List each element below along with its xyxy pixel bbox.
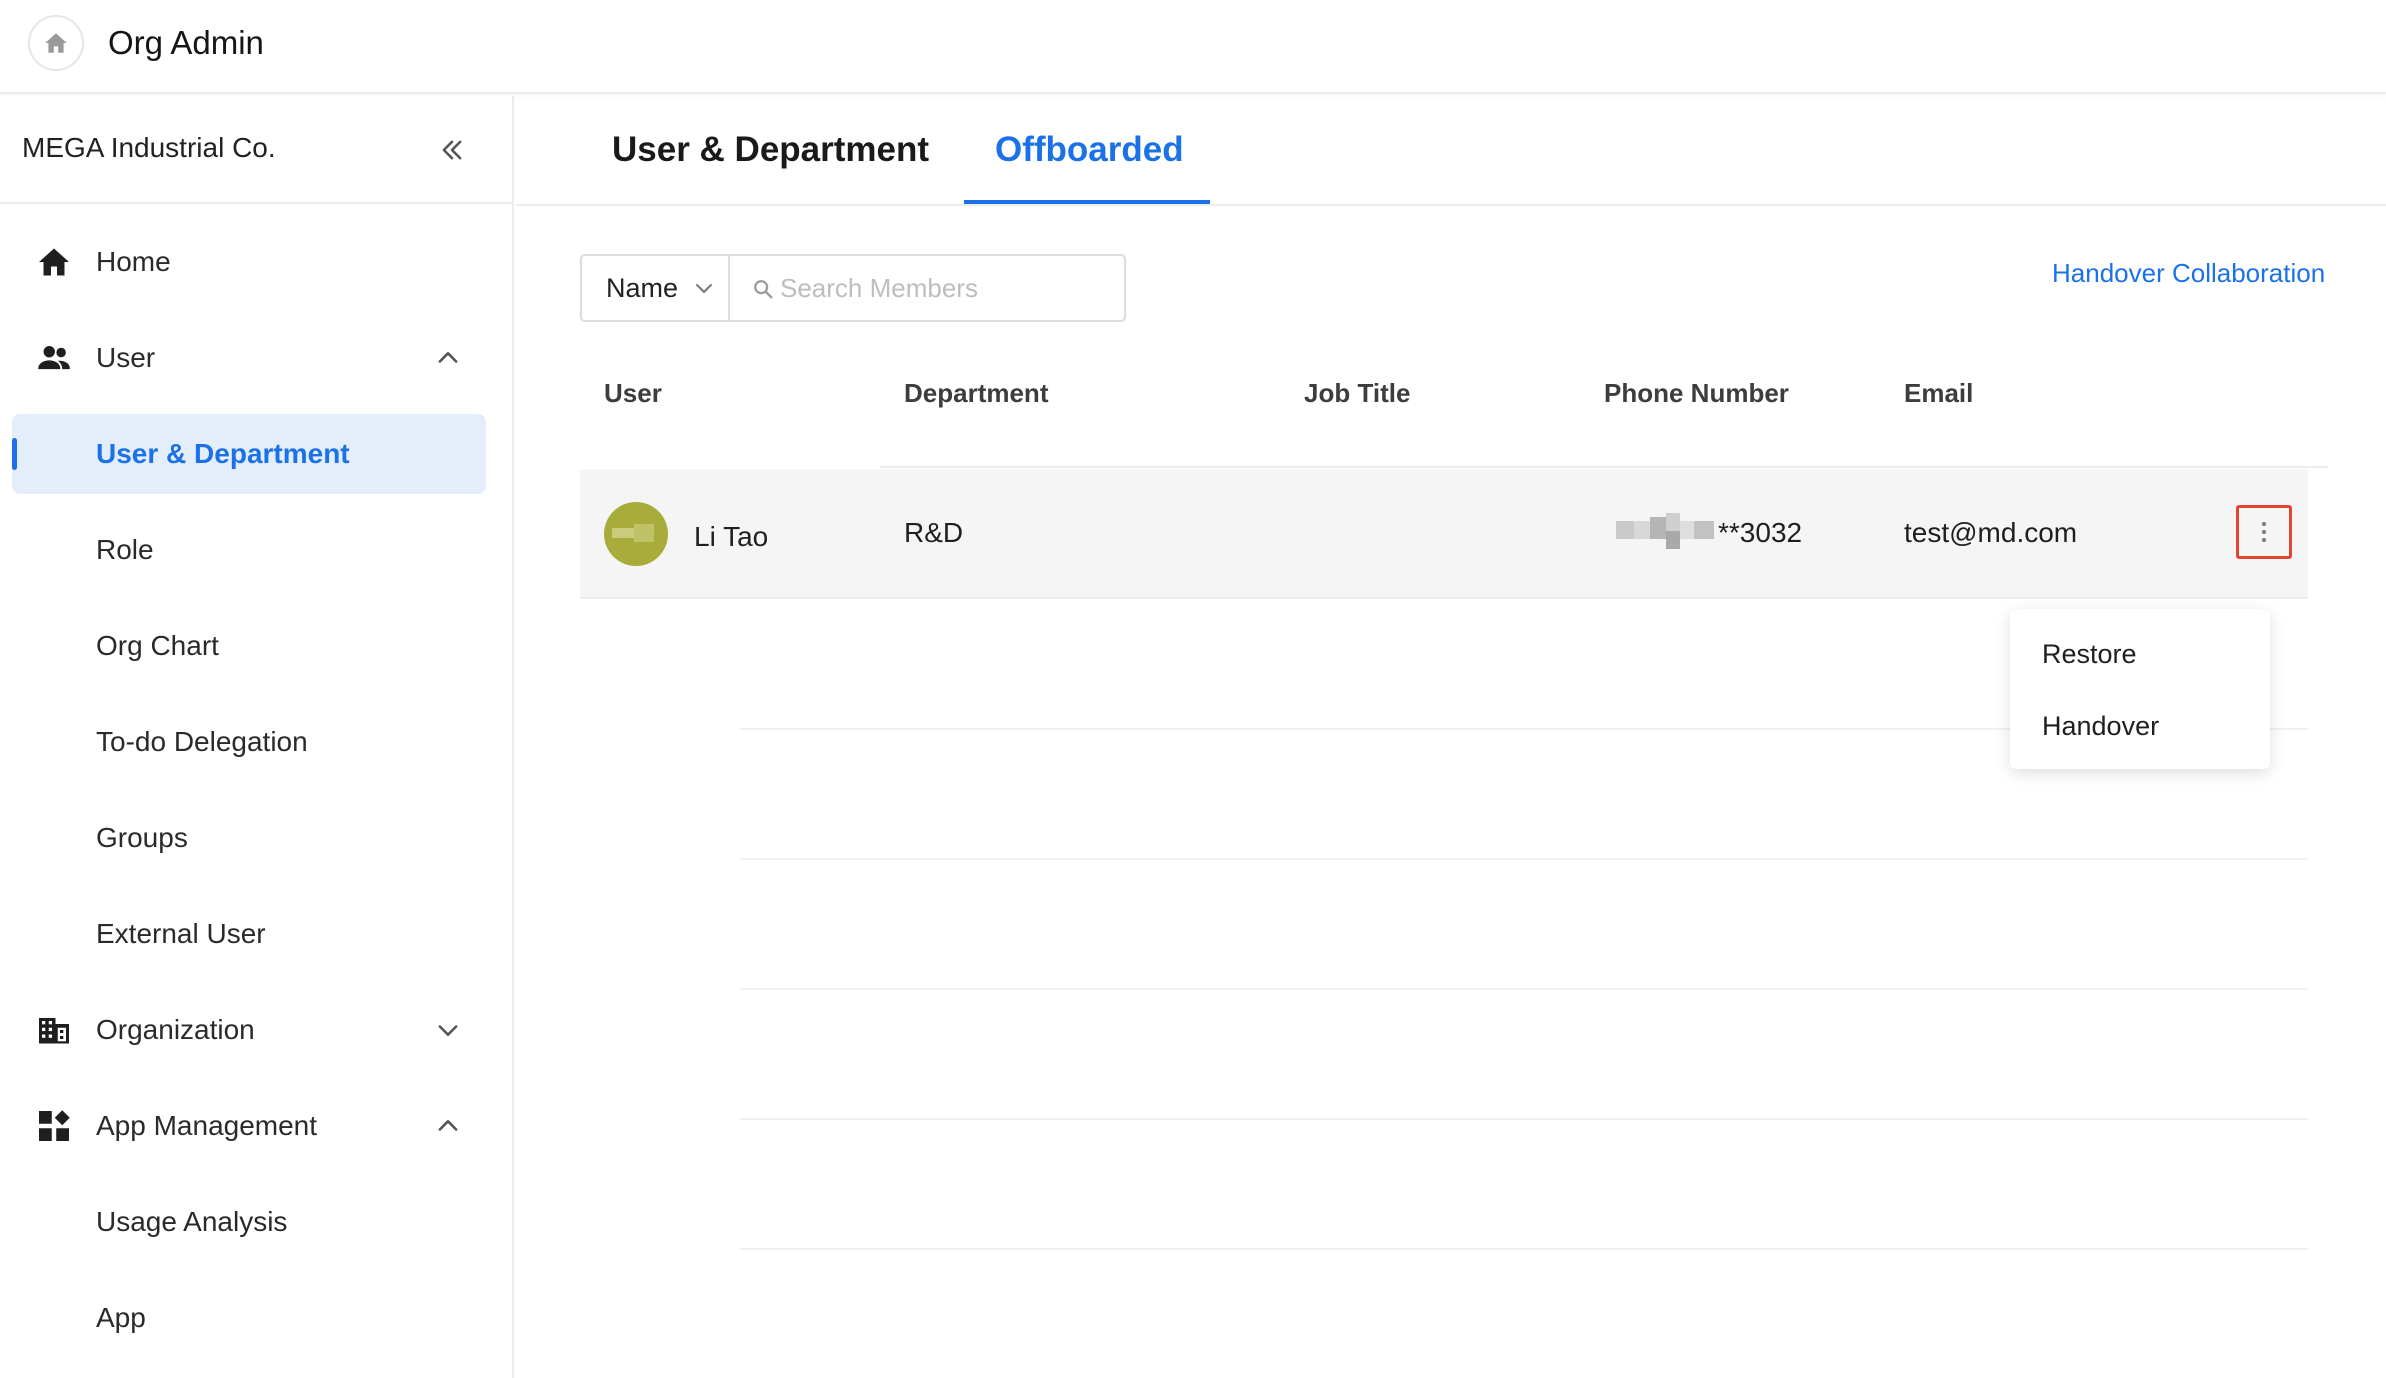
row-divider — [740, 1118, 2308, 1120]
sidebar-item-label: Groups — [96, 822, 188, 853]
row-actions-menu: Restore Handover — [2010, 609, 2270, 769]
org-name: MEGA Industrial Co. — [22, 132, 276, 163]
phone-cell: **3032 — [1718, 517, 1803, 548]
tab-user-department[interactable]: User & Department — [612, 96, 929, 204]
avatar — [604, 502, 668, 566]
sidebar-item-home[interactable]: Home — [12, 222, 486, 302]
handover-collaboration-link[interactable]: Handover Collaboration — [2052, 258, 2325, 289]
column-header-department: Department — [904, 378, 1049, 408]
search-input[interactable] — [780, 262, 1110, 314]
sidebar-item-label: Org Chart — [96, 630, 219, 661]
column-header-phone-number: Phone Number — [1604, 378, 1789, 408]
home-icon — [45, 33, 67, 53]
double-chevron-left-icon — [442, 140, 462, 160]
menu-item-label: Restore — [2042, 638, 2137, 669]
org-header: MEGA Industrial Co. — [0, 96, 512, 204]
row-divider — [740, 1248, 2308, 1250]
sidebar-item-app[interactable]: App — [12, 1278, 486, 1358]
sidebar-item-external-user[interactable]: External User — [12, 894, 486, 974]
row-more-actions-button[interactable] — [2236, 505, 2292, 559]
more-vertical-icon — [2262, 522, 2266, 542]
tab-bar: User & Department Offboarded — [516, 96, 2386, 206]
sidebar-item-label: Organization — [96, 1014, 255, 1045]
sidebar-item-org-chart[interactable]: Org Chart — [12, 606, 486, 686]
tab-offboarded[interactable]: Offboarded — [995, 96, 1184, 204]
phone-redaction-mosaic — [1616, 513, 1714, 549]
sidebar-item-label: Role — [96, 534, 154, 565]
table-header-divider — [880, 466, 2328, 468]
column-header-email: Email — [1904, 378, 1974, 408]
sidebar: MEGA Industrial Co. Home User User & Dep… — [0, 96, 514, 1378]
sidebar-item-role[interactable]: Role — [12, 510, 486, 590]
column-header-job-title: Job Title — [1304, 378, 1411, 408]
users-icon — [34, 338, 74, 378]
chevron-down-icon — [696, 284, 712, 293]
row-divider — [740, 988, 2308, 990]
sidebar-item-todo-delegation[interactable]: To-do Delegation — [12, 702, 486, 782]
menu-item-handover[interactable]: Handover — [2010, 691, 2270, 761]
sidebar-item-label: To-do Delegation — [96, 726, 308, 757]
sidebar-item-label: User & Department — [96, 438, 350, 469]
app-title: Org Admin — [108, 24, 264, 61]
user-name: Li Tao — [694, 521, 769, 552]
collapse-sidebar-button[interactable] — [432, 130, 472, 170]
sidebar-item-usage-analysis[interactable]: Usage Analysis — [12, 1182, 486, 1262]
search-input-wrapper — [732, 256, 1124, 320]
active-indicator — [12, 438, 17, 470]
top-bar: Org Admin — [0, 0, 2386, 94]
sidebar-item-label: External User — [96, 918, 266, 949]
department-cell: R&D — [904, 517, 964, 548]
sidebar-item-user[interactable]: User — [12, 318, 486, 398]
home-button[interactable] — [28, 15, 84, 71]
search-icon — [754, 280, 773, 299]
apps-icon — [34, 1106, 74, 1146]
sidebar-item-organization[interactable]: Organization — [12, 990, 486, 1070]
search-field-select[interactable]: Name — [582, 256, 730, 320]
home-icon — [34, 242, 74, 282]
member-search: Name — [580, 254, 1126, 322]
sidebar-item-app-management[interactable]: App Management — [12, 1086, 486, 1166]
sidebar-item-label: User — [96, 342, 156, 373]
sidebar-item-groups[interactable]: Groups — [12, 798, 486, 878]
sidebar-item-label: Home — [96, 246, 171, 277]
row-divider — [740, 858, 2308, 860]
sidebar-item-label: App Management — [96, 1110, 318, 1141]
active-tab-indicator — [964, 200, 1210, 204]
email-cell: test@md.com — [1904, 517, 2078, 548]
search-field-select-value: Name — [606, 272, 679, 303]
menu-item-label: Handover — [2042, 710, 2160, 741]
table-row[interactable]: Li Tao R&D **3032 test@md.com — [580, 469, 2308, 599]
chevron-up-icon — [430, 1108, 466, 1144]
chevron-up-icon — [430, 340, 466, 376]
sidebar-item-user-department[interactable]: User & Department — [12, 414, 486, 494]
sidebar-item-label: Usage Analysis — [96, 1206, 288, 1237]
menu-item-restore[interactable]: Restore — [2010, 619, 2270, 689]
building-icon — [34, 1010, 74, 1050]
sidebar-item-label: App — [96, 1302, 146, 1333]
chevron-down-icon — [430, 1012, 466, 1048]
column-header-user: User — [604, 378, 662, 408]
